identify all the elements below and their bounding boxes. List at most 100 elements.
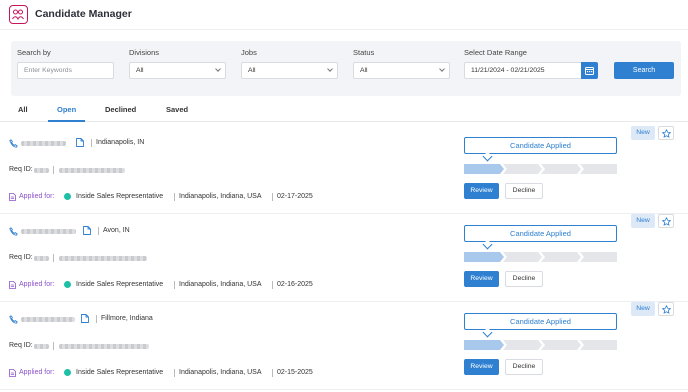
chevron-down-icon <box>439 66 445 72</box>
calendar-icon <box>585 67 594 75</box>
stage-2 <box>503 164 542 174</box>
candidate-name-redacted <box>21 229 76 234</box>
status-label: Status <box>353 48 375 57</box>
stage-applied <box>464 252 504 262</box>
star-icon <box>662 129 671 138</box>
req-detail-redacted <box>59 344 149 349</box>
candidate-card: Avon, IN Req ID: Applied for: Inside Sal… <box>0 214 688 302</box>
new-badge: New <box>631 302 655 316</box>
keyword-search-input[interactable]: Enter Keywords <box>17 62 114 79</box>
candidate-card: Fillmore, Indiana Req ID: Applied for: I… <box>0 302 688 390</box>
jobs-value: All <box>248 67 256 74</box>
review-button[interactable]: Review <box>464 359 499 375</box>
stage-4 <box>580 164 617 174</box>
separator <box>174 193 175 201</box>
separator <box>53 254 54 262</box>
job-title: Inside Sales Representative <box>76 369 164 376</box>
stage-3 <box>541 164 581 174</box>
applied-date: 02-16-2025 <box>277 281 313 288</box>
job-status-dot <box>64 369 71 376</box>
job-location: Indianapolis, Indiana, USA <box>179 369 262 376</box>
separator <box>98 227 99 235</box>
req-id-label: Req ID: <box>9 342 33 349</box>
phone-icon[interactable] <box>9 227 18 236</box>
separator <box>96 315 97 323</box>
phone-icon[interactable] <box>9 139 18 148</box>
star-icon <box>662 217 671 226</box>
pipeline-stages <box>464 164 617 174</box>
stage-4 <box>580 252 617 262</box>
applied-for-label: Applied for: <box>19 193 55 200</box>
tab-open[interactable]: Open <box>57 105 76 114</box>
req-id-label: Req ID: <box>9 166 33 173</box>
date-range-input[interactable]: 11/21/2024 - 02/21/2025 <box>464 62 582 79</box>
app-logo-icon <box>9 5 28 24</box>
separator <box>174 369 175 377</box>
applied-for-label: Applied for: <box>19 369 55 376</box>
tab-saved[interactable]: Saved <box>166 105 188 114</box>
candidate-name-redacted <box>21 141 66 146</box>
new-badge: New <box>631 126 655 140</box>
separator <box>91 139 92 147</box>
pipeline-stages <box>464 340 617 350</box>
tab-all[interactable]: All <box>18 105 28 114</box>
separator <box>53 342 54 350</box>
candidate-name-redacted <box>21 317 75 322</box>
stage-applied <box>464 340 504 350</box>
candidate-location: Avon, IN <box>103 227 130 234</box>
stage-2 <box>503 252 542 262</box>
calendar-button[interactable] <box>581 62 598 79</box>
req-id-redacted <box>34 168 49 173</box>
applied-for-label: Applied for: <box>19 281 55 288</box>
req-id-redacted <box>34 344 49 349</box>
star-icon <box>662 305 671 314</box>
separator <box>174 281 175 289</box>
job-status-dot <box>64 193 71 200</box>
stage-2 <box>503 340 542 350</box>
save-star-button[interactable] <box>658 126 674 140</box>
active-tab-indicator <box>48 120 85 122</box>
job-location: Indianapolis, Indiana, USA <box>179 193 262 200</box>
app-header: Candidate Manager <box>0 0 688 30</box>
req-detail-redacted <box>59 168 125 173</box>
decline-button[interactable]: Decline <box>505 183 543 199</box>
review-button[interactable]: Review <box>464 183 499 199</box>
status-select[interactable]: All <box>353 62 450 79</box>
save-star-button[interactable] <box>658 302 674 316</box>
separator <box>272 369 273 377</box>
req-detail-redacted <box>59 256 147 261</box>
new-badge: New <box>631 214 655 228</box>
separator <box>272 193 273 201</box>
pipeline-stages <box>464 252 617 262</box>
applied-document-icon <box>9 369 16 377</box>
app-title: Candidate Manager <box>35 8 132 20</box>
decline-button[interactable]: Decline <box>505 271 543 287</box>
search-button[interactable]: Search <box>614 62 674 79</box>
job-title: Inside Sales Representative <box>76 193 164 200</box>
date-range-label: Select Date Range <box>464 48 527 57</box>
resume-document-icon[interactable] <box>76 138 84 147</box>
divisions-select[interactable]: All <box>129 62 226 79</box>
applied-document-icon <box>9 281 16 289</box>
review-button[interactable]: Review <box>464 271 499 287</box>
candidate-location: Fillmore, Indiana <box>101 315 153 322</box>
decline-button[interactable]: Decline <box>505 359 543 375</box>
status-tabs: All Open Declined Saved <box>0 100 688 122</box>
candidate-card: Indianapolis, IN Req ID: Applied for: In… <box>0 126 688 214</box>
separator <box>272 281 273 289</box>
applied-date: 02-15-2025 <box>277 369 313 376</box>
job-status-dot <box>64 281 71 288</box>
save-star-button[interactable] <box>658 214 674 228</box>
stage-3 <box>541 252 581 262</box>
candidate-location: Indianapolis, IN <box>96 139 145 146</box>
stage-applied <box>464 164 504 174</box>
phone-icon[interactable] <box>9 315 18 324</box>
jobs-select[interactable]: All <box>241 62 338 79</box>
resume-document-icon[interactable] <box>81 314 89 323</box>
tab-declined[interactable]: Declined <box>105 105 136 114</box>
resume-document-icon[interactable] <box>83 226 91 235</box>
chevron-down-icon <box>215 66 221 72</box>
chevron-down-icon <box>327 66 333 72</box>
job-title: Inside Sales Representative <box>76 281 164 288</box>
applied-document-icon <box>9 193 16 201</box>
